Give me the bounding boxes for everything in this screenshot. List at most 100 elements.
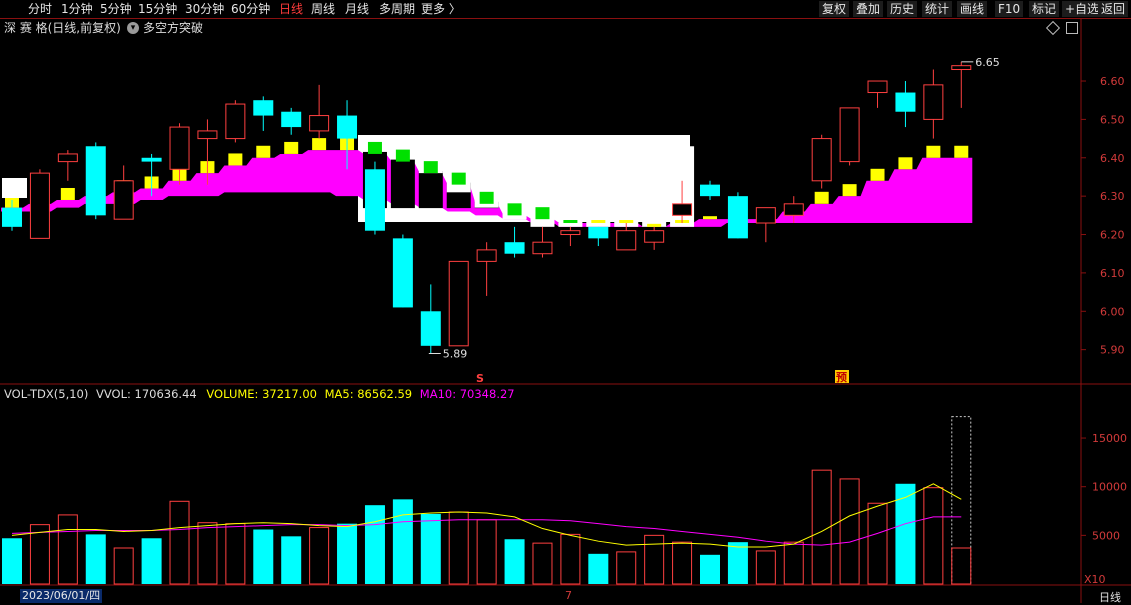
- candle-body[interactable]: [420, 311, 441, 346]
- volume-bar[interactable]: [616, 551, 637, 585]
- volume-bar[interactable]: [644, 534, 665, 585]
- volume-bar[interactable]: [839, 478, 860, 585]
- volume-bar[interactable]: [392, 499, 413, 584]
- volume-bar[interactable]: [253, 529, 274, 584]
- volume-bar[interactable]: [364, 505, 385, 584]
- candle-body[interactable]: [672, 203, 693, 216]
- period-tab-0[interactable]: 分时: [28, 1, 52, 17]
- strength-marker: [954, 145, 969, 158]
- volume-bar[interactable]: [337, 523, 358, 584]
- candle-body[interactable]: [2, 207, 22, 227]
- volume-axis-label: 15000: [1092, 432, 1127, 445]
- volume-bar[interactable]: [281, 536, 302, 584]
- candle-body[interactable]: [867, 80, 888, 94]
- candle-body[interactable]: [755, 207, 776, 224]
- toolbar-button-2[interactable]: 历史: [887, 1, 918, 17]
- volume-bar[interactable]: [2, 538, 22, 584]
- candle-body[interactable]: [29, 172, 50, 239]
- volume-bar[interactable]: [811, 469, 832, 585]
- period-tab-10[interactable]: 更多 〉: [421, 1, 461, 17]
- candle-body[interactable]: [560, 230, 581, 236]
- volume-bar[interactable]: [923, 487, 944, 585]
- candle-body[interactable]: [364, 169, 385, 231]
- toolbar-button-5[interactable]: F10: [995, 1, 1024, 17]
- candle-body[interactable]: [588, 226, 609, 239]
- candle-body[interactable]: [783, 203, 804, 216]
- period-tab-2[interactable]: 5分钟: [100, 1, 132, 17]
- strength-marker: [507, 203, 522, 216]
- candle-body[interactable]: [169, 126, 190, 170]
- volume-bar[interactable]: [727, 542, 748, 584]
- candle-body[interactable]: [644, 230, 665, 243]
- candle-body[interactable]: [727, 196, 748, 239]
- toolbar-button-4[interactable]: 画线: [957, 1, 988, 17]
- period-tab-1[interactable]: 1分钟: [61, 1, 93, 17]
- period-tab-5[interactable]: 60分钟: [231, 1, 270, 17]
- period-tab-9[interactable]: 多周期: [379, 1, 415, 17]
- candle-body[interactable]: [448, 260, 469, 347]
- period-tab-3[interactable]: 15分钟: [138, 1, 177, 17]
- volume-bar[interactable]: [169, 500, 190, 585]
- volume-bar[interactable]: [895, 483, 916, 584]
- volume-bar[interactable]: [197, 522, 218, 585]
- candle-body[interactable]: [700, 184, 720, 197]
- band-mask: [390, 159, 415, 209]
- candle-body[interactable]: [57, 153, 78, 163]
- toolbar-button-7[interactable]: +自选: [1062, 1, 1103, 17]
- volume-bar[interactable]: [476, 519, 497, 585]
- candle-body[interactable]: [141, 157, 162, 162]
- candle-body[interactable]: [337, 115, 358, 139]
- period-tab-6[interactable]: 日线: [279, 1, 303, 17]
- volume-bar[interactable]: [225, 523, 246, 585]
- volume-bar[interactable]: [504, 539, 525, 584]
- candle-body[interactable]: [392, 238, 413, 308]
- volume-bar[interactable]: [755, 550, 776, 585]
- volume-bar[interactable]: [532, 542, 553, 585]
- volume-bar[interactable]: [420, 513, 441, 584]
- candle-body[interactable]: [197, 130, 218, 140]
- volume-bar[interactable]: [951, 547, 972, 585]
- toolbar-button-0[interactable]: 复权: [819, 1, 850, 17]
- volume-indicator-name[interactable]: VOL-TDX(5,10): [4, 387, 88, 401]
- volume-bar[interactable]: [85, 534, 106, 584]
- toolbar-button-1[interactable]: 叠加: [853, 1, 884, 17]
- volume-bar[interactable]: [309, 527, 330, 585]
- period-tab-7[interactable]: 周线: [311, 1, 335, 17]
- candle-body[interactable]: [616, 230, 637, 251]
- volume-bar[interactable]: [448, 511, 469, 585]
- volume-bar[interactable]: [867, 502, 888, 585]
- candle-body[interactable]: [85, 146, 106, 216]
- period-tab-8[interactable]: 月线: [345, 1, 369, 17]
- volume-bar[interactable]: [560, 533, 581, 585]
- candle-body[interactable]: [504, 242, 525, 254]
- candle-body[interactable]: [476, 249, 497, 262]
- high-annotation: 6.65: [975, 56, 1000, 69]
- candle-body[interactable]: [281, 111, 302, 128]
- candle-body[interactable]: [951, 65, 972, 71]
- candle-body[interactable]: [532, 241, 553, 255]
- resistance-step: [558, 146, 583, 227]
- period-tab-4[interactable]: 30分钟: [185, 1, 224, 17]
- candle-body[interactable]: [309, 115, 330, 132]
- volume-bar[interactable]: [588, 553, 609, 584]
- volume-bar[interactable]: [700, 554, 720, 584]
- kline-chart-area[interactable]: 6.60 6.50 6.40 6.30 6.20 6.10 6.00 5.90 15000 100…: [0, 18, 1131, 603]
- toolbar-button-8[interactable]: 返回: [1098, 1, 1129, 17]
- volume-bar[interactable]: [113, 547, 134, 585]
- toolbar-button-3[interactable]: 统计: [922, 1, 953, 17]
- volume-bar[interactable]: [141, 538, 162, 584]
- candle-body[interactable]: [839, 107, 860, 163]
- candle-body[interactable]: [895, 92, 916, 112]
- candle-body[interactable]: [923, 84, 944, 120]
- toolbar-button-6[interactable]: 标记: [1029, 1, 1060, 17]
- candle-body[interactable]: [113, 180, 134, 220]
- strength-marker: [870, 168, 885, 181]
- strength-marker: [256, 145, 271, 158]
- volume-bar[interactable]: [672, 541, 693, 585]
- candle-body[interactable]: [253, 100, 274, 116]
- candle-body[interactable]: [225, 103, 246, 140]
- candle-body[interactable]: [811, 138, 832, 182]
- volume-bar[interactable]: [783, 541, 804, 585]
- strength-marker: [842, 184, 857, 197]
- volume-bar[interactable]: [57, 514, 78, 585]
